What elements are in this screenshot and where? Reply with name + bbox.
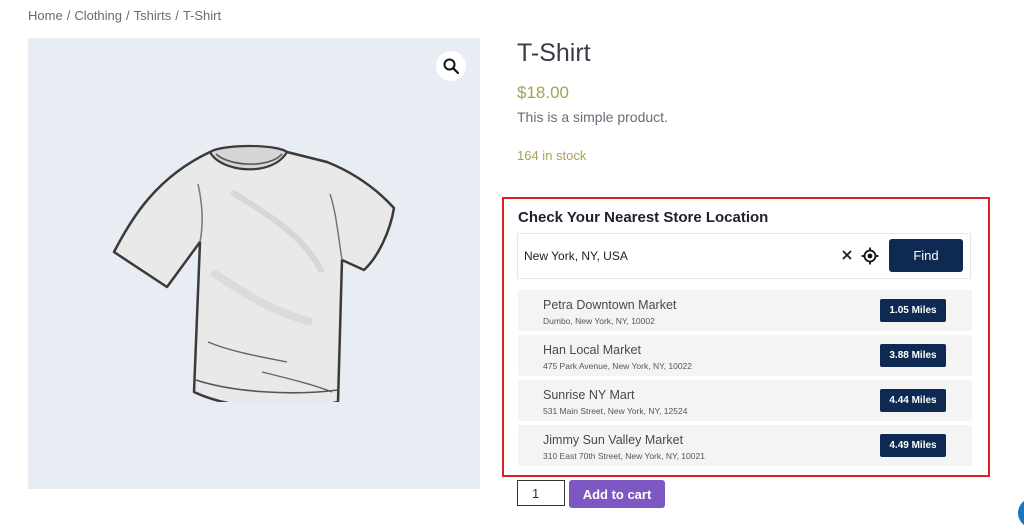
breadcrumb-current: T-Shirt [182,8,222,23]
product-summary: T-Shirt $18.00 This is a simple product.… [517,38,997,163]
store-list-item[interactable]: Petra Downtown Market Dumbo, New York, N… [518,290,972,331]
chat-widget-button[interactable] [1018,498,1024,528]
breadcrumb-clothing[interactable]: Clothing [74,8,122,23]
breadcrumb-home[interactable]: Home [28,8,63,23]
breadcrumb: Home / Clothing / Tshirts / T-Shirt [28,8,221,23]
quantity-input[interactable] [517,480,565,506]
product-image [112,144,396,402]
store-locator: Check Your Nearest Store Location Find P… [502,197,990,477]
breadcrumb-tshirts[interactable]: Tshirts [134,8,172,23]
product-gallery [28,38,480,489]
store-list-item[interactable]: Sunrise NY Mart 531 Main Street, New Yor… [518,380,972,421]
store-address: 531 Main Street, New York, NY, 12524 [543,406,688,416]
store-list-item[interactable]: Jimmy Sun Valley Market 310 East 70th St… [518,425,972,466]
locate-icon[interactable] [861,247,879,265]
store-address: Dumbo, New York, NY, 10002 [543,316,655,326]
store-address: 310 East 70th Street, New York, NY, 1002… [543,451,705,461]
close-icon[interactable] [840,248,854,262]
distance-badge: 4.49 Miles [880,434,946,457]
store-list-item[interactable]: Han Local Market 475 Park Avenue, New Yo… [518,335,972,376]
store-address: 475 Park Avenue, New York, NY, 10022 [543,361,693,371]
breadcrumb-separator: / [66,8,71,23]
store-locator-heading: Check Your Nearest Store Location [518,209,769,226]
product-description: This is a simple product. [517,109,668,125]
distance-badge: 3.88 Miles [880,344,946,367]
distance-badge: 4.44 Miles [880,389,946,412]
store-list: Petra Downtown Market Dumbo, New York, N… [518,290,972,470]
store-name: Sunrise NY Mart [543,388,635,402]
store-name: Han Local Market [543,343,641,357]
zoom-button[interactable] [436,51,466,81]
search-icon [443,58,459,74]
store-name: Jimmy Sun Valley Market [543,433,684,447]
product-price: $18.00 [517,83,569,102]
store-search-bar: Find [517,233,971,279]
stock-status: 164 in stock [517,148,587,163]
breadcrumb-separator: / [175,8,179,23]
store-name: Petra Downtown Market [543,298,677,312]
distance-badge: 1.05 Miles [880,299,946,322]
find-button[interactable]: Find [889,239,963,272]
location-search-input[interactable] [524,244,824,268]
breadcrumb-separator: / [126,8,130,23]
product-title: T-Shirt [517,39,591,67]
add-to-cart-button[interactable]: Add to cart [569,480,665,508]
